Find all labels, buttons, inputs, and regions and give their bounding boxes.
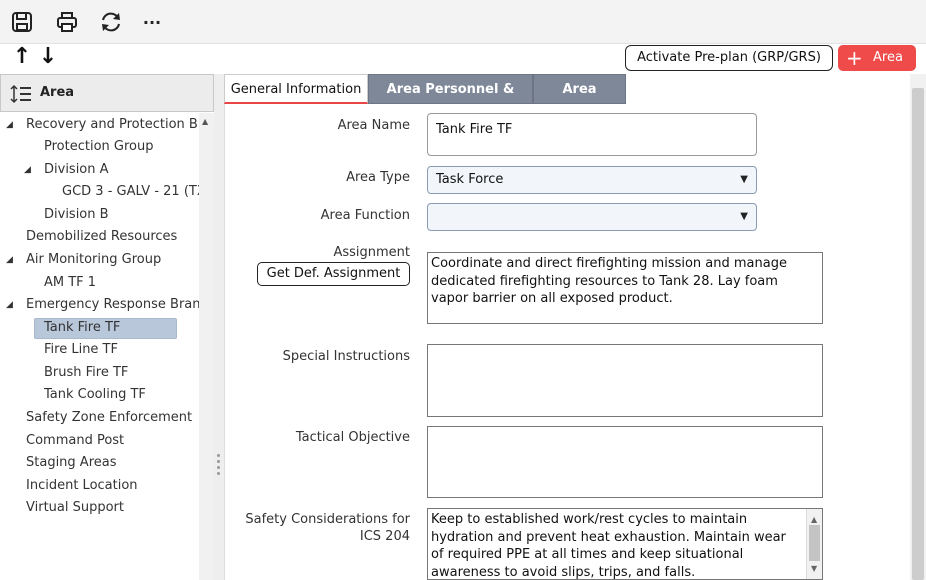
tree-item-am-tf-1[interactable]: AM TF 1 <box>44 273 96 293</box>
scroll-down-icon[interactable]: ▼ <box>811 560 817 578</box>
area-function-select[interactable]: ▼ <box>427 203 757 231</box>
safety-considerations-text: Keep to established work/rest cycles to … <box>431 512 786 580</box>
assignment-label: Assignment <box>333 245 410 260</box>
activate-preplan-button[interactable]: Activate Pre-plan (GRP/GRS) <box>625 45 833 71</box>
safety-considerations-textarea[interactable]: Keep to established work/rest cycles to … <box>427 508 823 580</box>
tree-item-incident-location[interactable]: Incident Location <box>26 476 138 496</box>
sort-list-icon <box>10 84 32 108</box>
safety-label-line1: Safety Considerations for <box>245 512 410 527</box>
more-icon[interactable]: ··· <box>140 10 164 34</box>
tree-item-tank-fire-tf[interactable]: Tank Fire TF <box>44 318 120 338</box>
add-area-button[interactable]: + Area <box>838 45 916 71</box>
tree-item-demobilized-resources[interactable]: Demobilized Resources <box>26 227 177 247</box>
tab-general-information[interactable]: General Information <box>224 74 368 104</box>
scroll-up-icon[interactable]: ▲ <box>202 117 208 126</box>
move-down-icon[interactable]: ↓ <box>38 46 58 68</box>
area-tree-header[interactable]: Area <box>0 74 214 112</box>
print-icon[interactable] <box>55 10 79 34</box>
safety-label-line2: ICS 204 <box>359 529 410 544</box>
tree-item-recovery-protection-branch[interactable]: Recovery and Protection Branch <box>26 115 199 135</box>
plus-icon: + <box>846 46 863 70</box>
special-instructions-label: Special Instructions <box>282 349 410 364</box>
tree-item-tank-cooling-tf[interactable]: Tank Cooling TF <box>44 385 146 405</box>
tree-expand-caret-icon[interactable]: ◢ <box>6 295 13 315</box>
tree-item-gcd3-galv[interactable]: GCD 3 - GALV - 21 (TX) <box>62 182 199 202</box>
tree-expand-caret-icon[interactable]: ◢ <box>6 250 13 270</box>
tactical-objective-label: Tactical Objective <box>295 430 410 445</box>
drag-handle-icon[interactable] <box>217 454 221 478</box>
scroll-thumb[interactable] <box>809 525 820 561</box>
top-toolbar: ··· <box>0 0 926 44</box>
main-scroll-thumb[interactable] <box>912 88 924 580</box>
safety-textarea-scrollbar[interactable]: ▲ ▼ <box>806 509 822 579</box>
tree-item-emergency-response-branch[interactable]: Emergency Response Branch <box>26 295 199 315</box>
tree-item-protection-group[interactable]: Protection Group <box>44 137 153 157</box>
area-name-label: Area Name <box>337 118 410 133</box>
area-name-input[interactable]: Tank Fire TF <box>427 113 757 156</box>
tree-scrollbar[interactable]: ▲ <box>199 113 214 580</box>
special-instructions-textarea[interactable] <box>427 344 823 417</box>
get-def-assignment-button[interactable]: Get Def. Assignment <box>257 262 410 286</box>
tree-expand-caret-icon[interactable]: ◢ <box>24 160 31 180</box>
tree-item-fire-line-tf[interactable]: Fire Line TF <box>44 340 118 360</box>
tab-area-images[interactable]: Area Images <box>533 74 626 127</box>
tree-item-division-b[interactable]: Division B <box>44 205 109 225</box>
tactical-objective-textarea[interactable] <box>427 426 823 498</box>
tab-area-personnel-shifts[interactable]: Area Personnel & Shifts <box>368 74 533 127</box>
tree-item-safety-zone-enforcement[interactable]: Safety Zone Enforcement <box>26 408 192 428</box>
dropdown-arrow-icon: ▼ <box>740 174 748 185</box>
assignment-textarea[interactable]: Coordinate and direct firefighting missi… <box>427 252 823 324</box>
area-type-label: Area Type <box>346 170 410 185</box>
tree-expand-caret-icon[interactable]: ◢ <box>6 115 13 135</box>
tree-item-brush-fire-tf[interactable]: Brush Fire TF <box>44 363 128 383</box>
area-type-select[interactable]: Task Force ▼ <box>427 166 757 194</box>
refresh-icon[interactable] <box>99 10 123 34</box>
area-function-label: Area Function <box>320 208 410 223</box>
tree-item-staging-areas[interactable]: Staging Areas <box>26 453 117 473</box>
area-tree-title: Area <box>40 85 75 100</box>
tree-item-command-post[interactable]: Command Post <box>26 431 124 451</box>
dropdown-arrow-icon: ▼ <box>740 211 748 222</box>
move-up-icon[interactable]: ↑ <box>12 46 32 68</box>
tree-item-division-a[interactable]: Division A <box>44 160 109 180</box>
safety-considerations-label: Safety Considerations for ICS 204 <box>230 511 410 545</box>
add-area-label: Area <box>873 50 903 65</box>
tree-item-virtual-support[interactable]: Virtual Support <box>26 498 124 518</box>
panel-splitter[interactable] <box>214 74 224 580</box>
area-tree: ◢ Recovery and Protection Branch Protect… <box>0 113 199 580</box>
main-scrollbar[interactable] <box>910 74 926 580</box>
tree-item-air-monitoring-group[interactable]: Air Monitoring Group <box>26 250 161 270</box>
save-icon[interactable] <box>10 10 34 34</box>
area-type-value: Task Force <box>436 172 504 187</box>
